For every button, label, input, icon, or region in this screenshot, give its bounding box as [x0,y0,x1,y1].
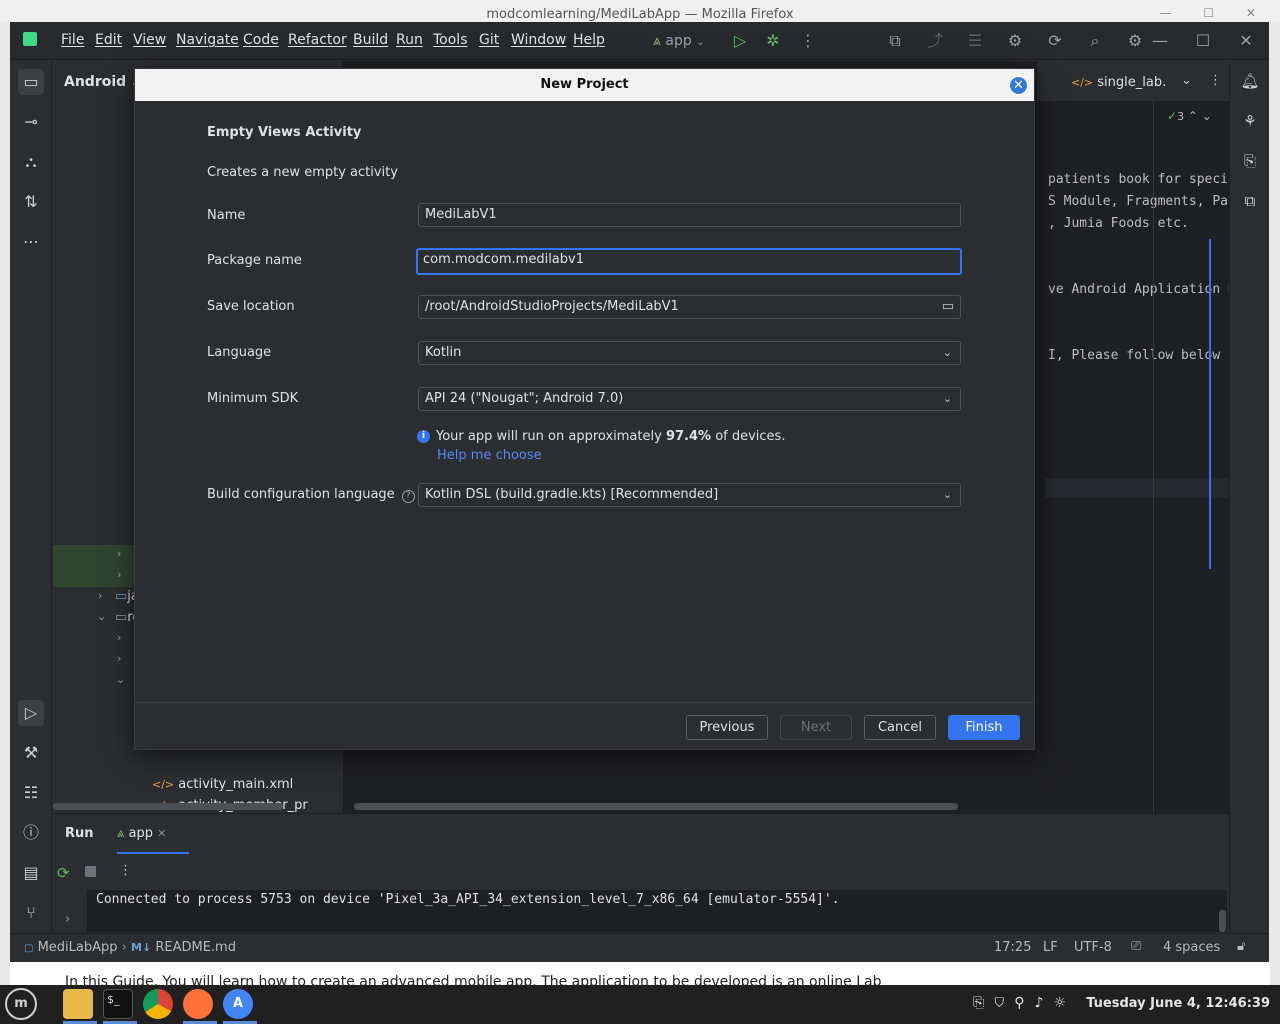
save-location-field[interactable]: /root/AndroidStudioProjects/MediLabV1 ▭ [418,295,961,319]
package-name-label: Package name [207,253,302,268]
minimum-sdk-dropdown[interactable]: API 24 ("Nougat"; Android 7.0) ⌄ [418,387,961,411]
minimum-sdk-label: Minimum SDK [207,391,299,406]
build-config-language-value: Kotlin DSL (build.gradle.kts) [Recommend… [425,487,719,502]
cancel-button[interactable]: Cancel [864,715,936,740]
minimum-sdk-value: API 24 ("Nougat"; Android 7.0) [425,391,624,406]
dialog-footer-divider [135,702,1034,703]
name-label: Name [207,208,246,223]
template-description: Creates a new empty activity [207,165,398,180]
coverage-percent: 97.4% [665,429,712,444]
language-label: Language [207,345,272,360]
language-value: Kotlin [425,345,462,360]
chevron-down-icon: ⌄ [942,346,952,359]
language-dropdown[interactable]: Kotlin ⌄ [418,341,961,365]
dialog-title: New Project [540,77,629,92]
build-config-language-label: Build configuration language ? [207,487,415,503]
modal-overlay: New Project ✕ Empty Views Activity Creat… [0,0,1280,1024]
finish-button[interactable]: Finish [948,715,1020,740]
chevron-down-icon: ⌄ [942,488,952,501]
next-button[interactable]: Next [780,715,852,740]
help-me-choose-link[interactable]: Help me choose [437,448,542,463]
package-name-field[interactable]: com.modcom.medilabv1 [416,248,962,275]
chevron-down-icon: ⌄ [942,392,952,405]
browse-folder-icon[interactable]: ▭ [942,296,954,318]
dialog-title-bar: New Project ✕ [135,69,1034,101]
build-config-language-dropdown[interactable]: Kotlin DSL (build.gradle.kts) [Recommend… [418,483,961,507]
save-location-label: Save location [207,299,295,314]
name-field[interactable]: MediLabV1 [418,203,961,227]
help-icon[interactable]: ? [401,490,415,503]
template-name: Empty Views Activity [207,125,362,140]
info-icon: i [417,430,430,443]
dialog-close-icon[interactable]: ✕ [1009,76,1028,95]
device-coverage-text: Your app will run on approximately 97.4%… [436,429,786,444]
new-project-dialog: New Project ✕ Empty Views Activity Creat… [134,68,1035,750]
save-location-value: /root/AndroidStudioProjects/MediLabV1 [425,299,679,314]
previous-button[interactable]: Previous [686,715,768,740]
